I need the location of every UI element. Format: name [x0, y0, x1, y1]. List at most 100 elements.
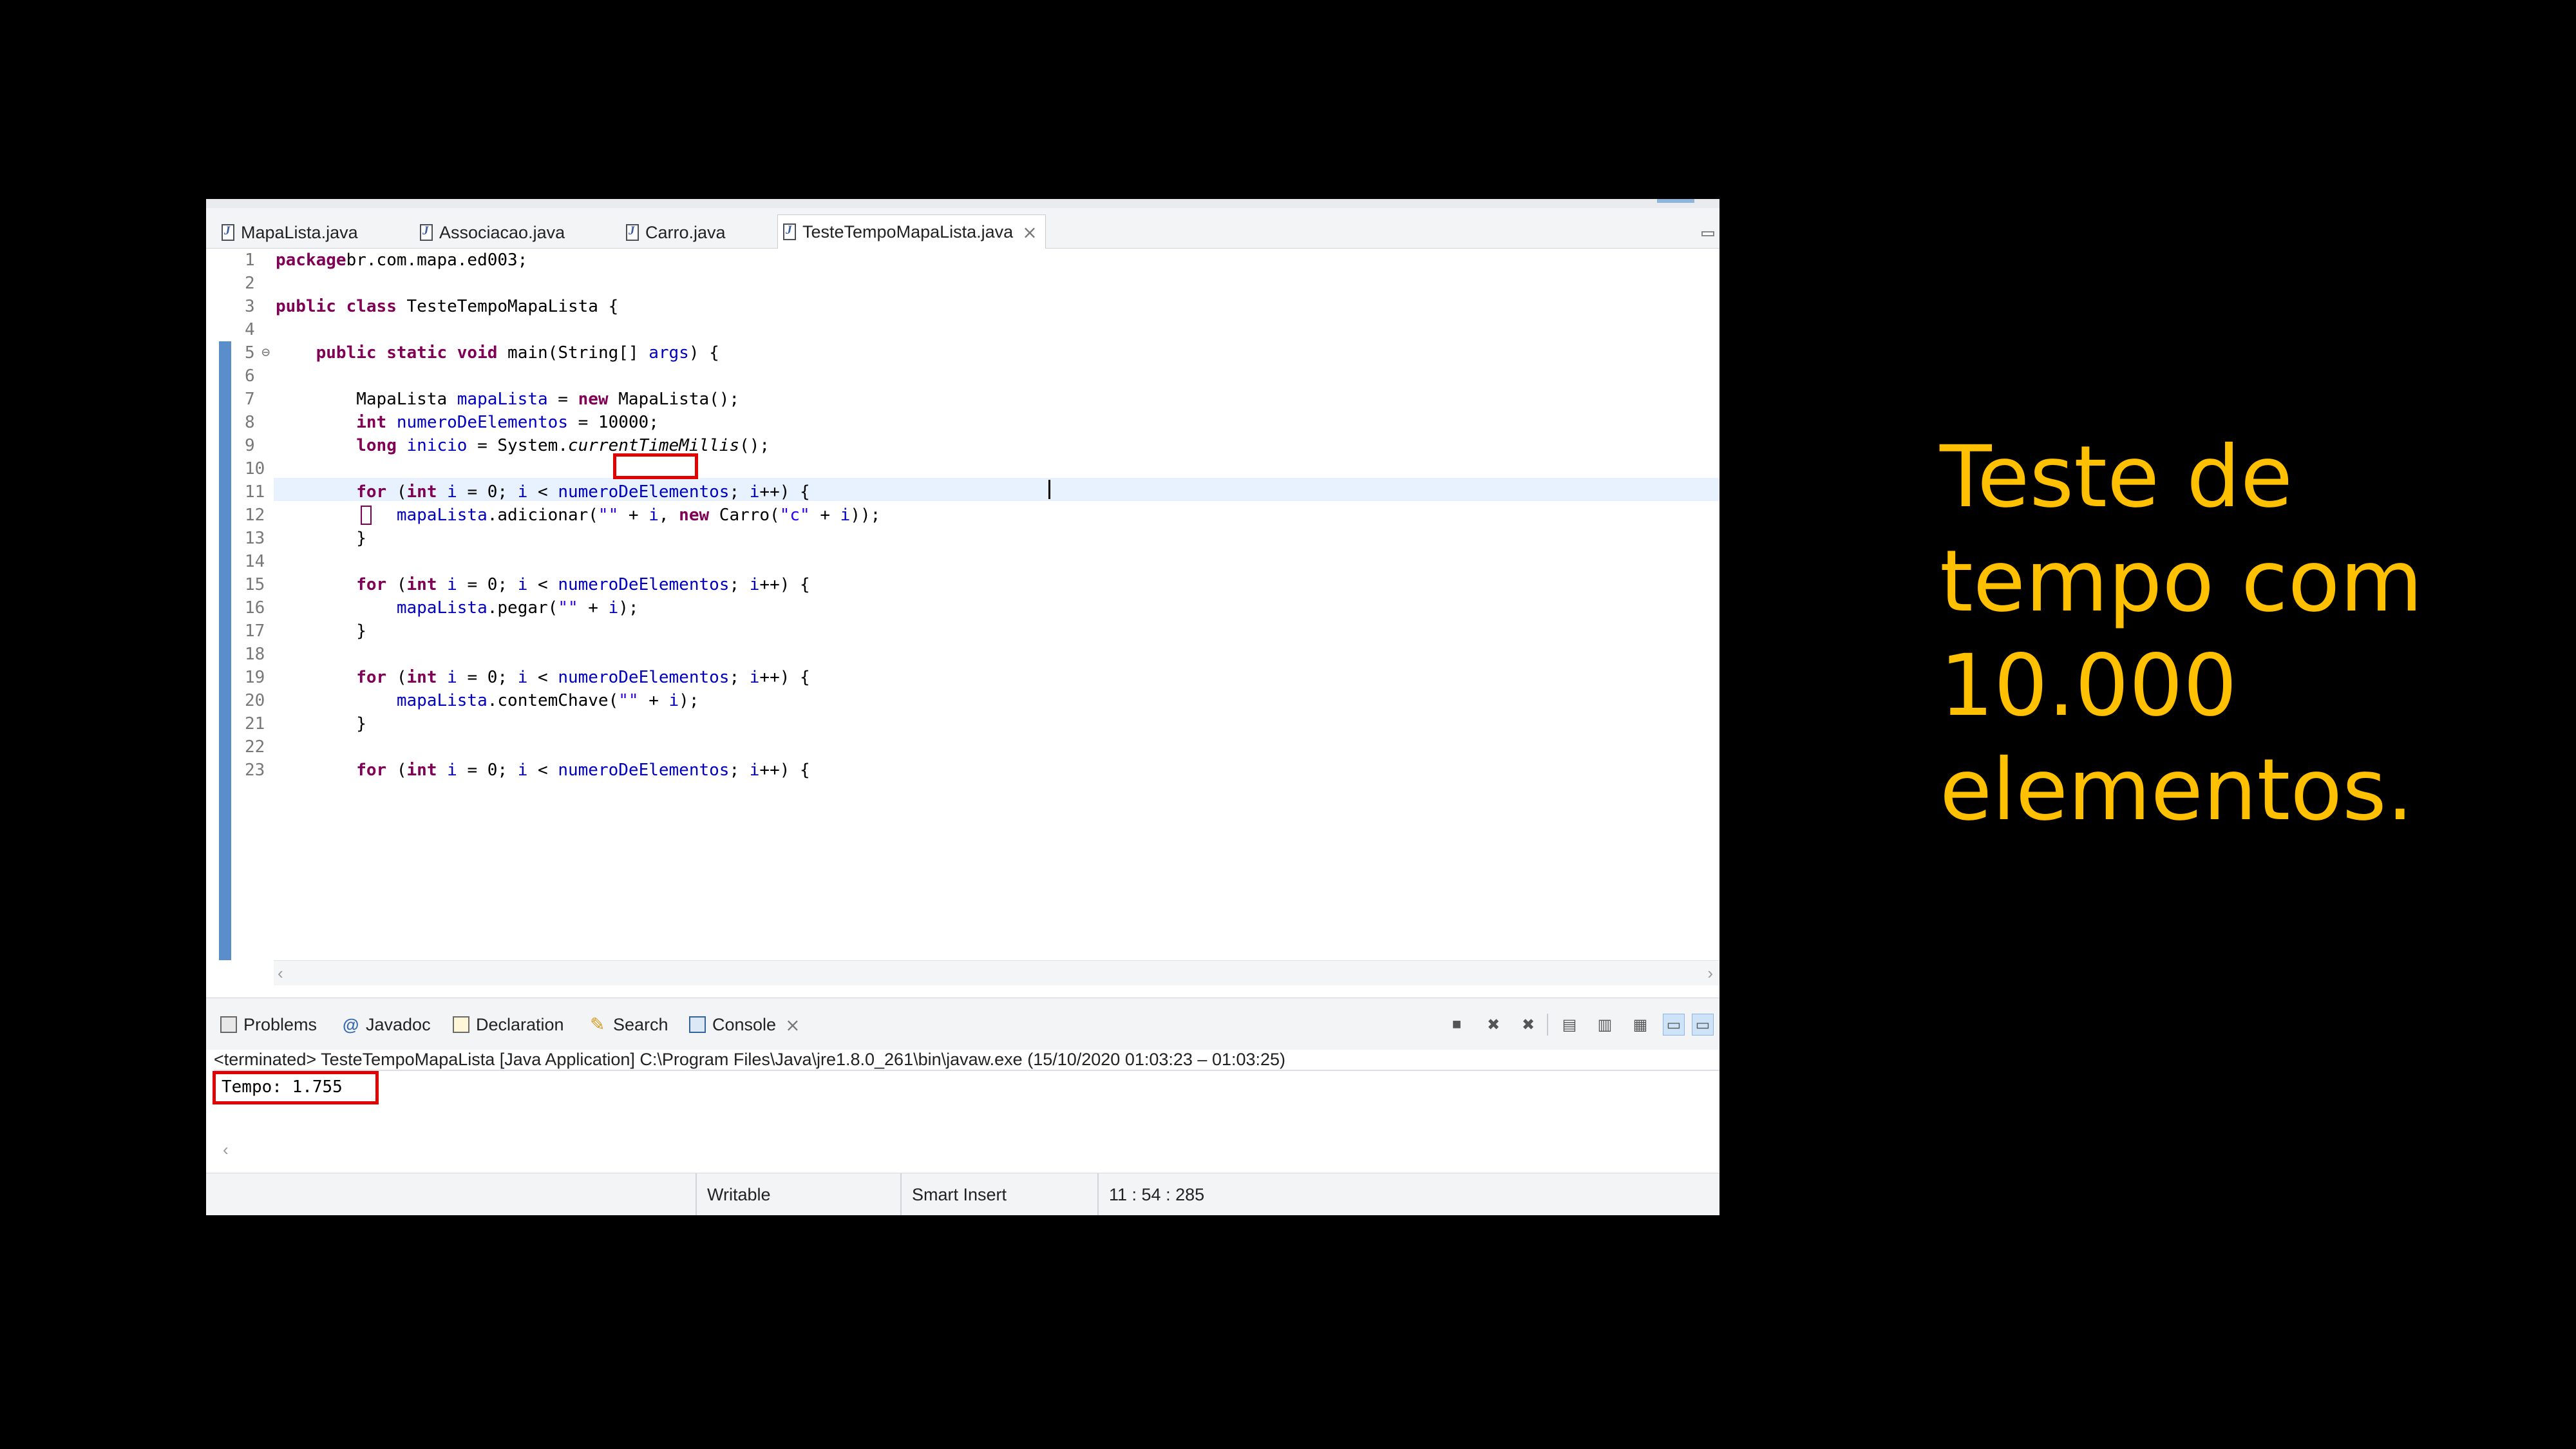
scroll-right-icon[interactable]: ›: [1707, 963, 1713, 983]
remove-launch-icon[interactable]: ✖: [1482, 1014, 1504, 1036]
code-line: 16 mapaLista.pegar("" + i);: [206, 596, 1719, 620]
line-number: 22: [245, 737, 265, 757]
line-number: 1: [245, 251, 255, 270]
eclipse-ide-window: MapaLista.java Associacao.java Carro.jav…: [206, 199, 1719, 1215]
search-icon: ✎: [590, 1014, 605, 1034]
line-number: 3: [245, 297, 255, 316]
clear-console-icon[interactable]: ▤: [1558, 1014, 1580, 1036]
fold-collapse-icon[interactable]: ⊖: [261, 341, 270, 365]
caption-line: tempo com: [1940, 532, 2423, 631]
java-file-icon: [783, 223, 796, 240]
views-tab-bar: Problems @ Javadoc Declaration ✎ Search …: [206, 998, 1719, 1050]
close-tab-icon[interactable]: ⨯: [1022, 222, 1037, 243]
line-number: 7: [245, 390, 255, 409]
text-caret: [1048, 480, 1050, 499]
line-number: 14: [245, 552, 265, 571]
result-highlight-box: [213, 1071, 379, 1104]
code-text: for (int i = 0; i < numeroDeElementos; i…: [356, 482, 810, 502]
tab-declaration[interactable]: Declaration: [453, 1012, 564, 1037]
line-number: 2: [245, 274, 255, 293]
scroll-lock-icon[interactable]: ▥: [1594, 1014, 1616, 1036]
line-number: 15: [245, 575, 265, 594]
code-line: 20 mapaLista.contemChave("" + i);: [206, 689, 1719, 712]
code-line: 13 }: [206, 527, 1719, 550]
code-text: public static void main(String[] args) {: [316, 343, 719, 363]
line-number: 6: [245, 366, 255, 386]
status-bar: ‹ Writable Smart Insert 11 : 54 : 285: [206, 1140, 1719, 1215]
console-icon: [689, 1016, 706, 1033]
tab-testetempomapalista[interactable]: TesteTempoMapaLista.java ⨯: [777, 214, 1046, 249]
line-number: 17: [245, 621, 265, 641]
show-on-stderr-icon[interactable]: ▭: [1692, 1014, 1714, 1036]
code-editor[interactable]: 1 packagebr.com.mapa.ed003; 2 3 public class…: [206, 249, 1719, 960]
tab-console[interactable]: Console ⨯: [689, 1012, 800, 1037]
show-on-stdout-icon[interactable]: ▭: [1663, 1014, 1685, 1036]
editor-tab-bar: MapaLista.java Associacao.java Carro.jav…: [206, 208, 1719, 249]
code-line: 5 ⊖ public static void main(String[] args…: [206, 341, 1719, 365]
tab-label: Javadoc: [366, 1014, 431, 1034]
line-number: 11: [245, 482, 265, 502]
matching-bracket-marker: [361, 506, 372, 525]
tab-label: Problems: [243, 1014, 317, 1034]
line-number: 23: [245, 761, 265, 780]
tab-search[interactable]: ✎ Search: [590, 1012, 668, 1037]
line-number: 19: [245, 668, 265, 687]
remove-all-terminated-icon[interactable]: ✖: [1517, 1014, 1539, 1036]
terminate-icon[interactable]: ■: [1446, 1014, 1468, 1036]
caption-line: 10.000: [1940, 636, 2237, 735]
tab-problems[interactable]: Problems: [220, 1012, 317, 1037]
java-file-icon: [420, 224, 433, 241]
code-line: 7 MapaLista mapaLista = new MapaLista();: [206, 388, 1719, 411]
close-console-icon[interactable]: ⨯: [785, 1014, 800, 1036]
line-number: 10: [245, 459, 265, 478]
code-line: 22: [206, 735, 1719, 759]
code-line: 19 for (int i = 0; i < numeroDeElementos…: [206, 666, 1719, 689]
console-launch-info: <terminated> TesteTempoMapaLista [Java A…: [214, 1050, 1286, 1069]
code-line: 1 packagebr.com.mapa.ed003;: [206, 249, 1719, 272]
console-scroll-left-icon[interactable]: ‹: [223, 1140, 229, 1160]
java-file-icon: [222, 224, 234, 241]
code-line: 2: [206, 272, 1719, 295]
tab-mapalista[interactable]: MapaLista.java: [222, 217, 358, 248]
code-line: 21 }: [206, 712, 1719, 735]
problems-icon: [220, 1016, 237, 1033]
value-highlight-box: [613, 453, 698, 479]
word-wrap-icon[interactable]: ▦: [1629, 1014, 1651, 1036]
javadoc-icon: @: [343, 1015, 359, 1034]
code-line: 12 mapaLista.adicionar("" + i, new Carro…: [206, 504, 1719, 527]
status-insert-mode: Smart Insert: [900, 1173, 1097, 1215]
tab-associacao[interactable]: Associacao.java: [420, 217, 565, 248]
editor-horizontal-scrollbar[interactable]: ‹ ›: [274, 960, 1719, 985]
minimize-editor-icon[interactable]: [1701, 231, 1714, 236]
code-text: mapaLista.contemChave("" + i);: [396, 691, 699, 710]
tab-label: Associacao.java: [439, 222, 565, 242]
line-number: 4: [245, 320, 255, 339]
code-line: 9 long inicio = System.currentTimeMillis…: [206, 434, 1719, 457]
tab-label: TesteTempoMapaLista.java: [802, 222, 1014, 242]
code-line: 10: [206, 457, 1719, 480]
code-text: for (int i = 0; i < numeroDeElementos; i…: [356, 761, 810, 780]
code-text: }: [276, 529, 366, 548]
tab-javadoc[interactable]: @ Javadoc: [343, 1012, 431, 1037]
line-number: 16: [245, 598, 265, 618]
code-text: MapaLista mapaLista = new MapaLista();: [276, 390, 740, 409]
tab-label: Declaration: [476, 1014, 564, 1034]
code-text: mapaLista.pegar("" + i);: [396, 598, 639, 618]
code-line: 6: [206, 365, 1719, 388]
line-number: 21: [245, 714, 265, 734]
code-text: }: [276, 621, 366, 641]
tab-label: Search: [613, 1014, 668, 1034]
tab-label: MapaLista.java: [241, 222, 358, 242]
status-cursor-position: 11 : 54 : 285: [1097, 1173, 1316, 1215]
code-line: 3 public class TesteTempoMapaLista {: [206, 295, 1719, 318]
tab-carro[interactable]: Carro.java: [626, 217, 726, 248]
code-text: public class TesteTempoMapaLista {: [276, 297, 619, 316]
caption-line: elementos.: [1940, 741, 2414, 840]
code-line: 23 for (int i = 0; i < numeroDeElementos…: [206, 759, 1719, 782]
tab-label: Console: [712, 1014, 777, 1034]
code-line: 4: [206, 318, 1719, 341]
scroll-left-icon[interactable]: ‹: [278, 963, 283, 983]
status-writable: Writable: [696, 1173, 900, 1215]
window-top-accent: [1657, 199, 1694, 203]
line-number: 13: [245, 529, 265, 548]
